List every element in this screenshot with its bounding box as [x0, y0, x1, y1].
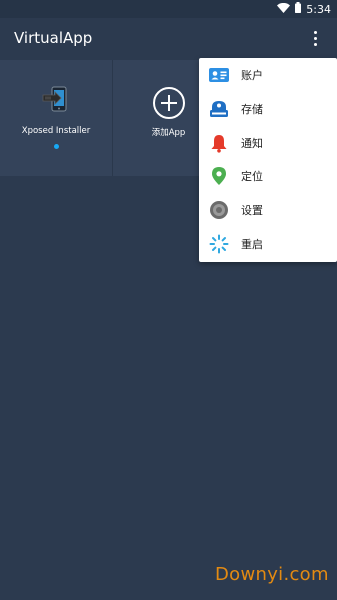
app-bar: VirtualApp — [0, 18, 337, 60]
dot-icon — [313, 42, 317, 46]
status-time: 5:34 — [306, 2, 331, 16]
menu-item-label: 定位 — [241, 170, 263, 183]
restart-spinner-icon — [209, 234, 229, 254]
watermark: Downyi.com — [215, 564, 329, 585]
screen: 5:34 VirtualApp Xposed Installer 添加App 账… — [0, 0, 337, 600]
xposed-installer-icon — [41, 86, 71, 116]
app-title: VirtualApp — [14, 29, 93, 47]
location-pin-icon — [209, 166, 229, 186]
menu-item-account[interactable]: 账户 — [199, 58, 337, 92]
menu-item-settings[interactable]: 设置 — [199, 193, 337, 227]
menu-item-label: 存储 — [241, 103, 263, 116]
menu-item-location[interactable]: 定位 — [199, 159, 337, 193]
menu-item-label: 账户 — [241, 69, 263, 82]
menu-item-storage[interactable]: 存储 — [199, 92, 337, 126]
bell-icon — [209, 133, 229, 153]
app-tile-xposed-installer[interactable]: Xposed Installer — [0, 60, 113, 176]
status-bar: 5:34 — [0, 0, 337, 18]
dot-icon — [313, 30, 317, 34]
overflow-menu-button[interactable] — [303, 26, 327, 50]
menu-item-label: 重启 — [241, 238, 263, 251]
add-circle-icon — [152, 86, 186, 124]
menu-item-restart[interactable]: 重启 — [199, 227, 337, 261]
app-tile-label: Xposed Installer — [21, 126, 91, 136]
menu-item-notifications[interactable]: 通知 — [199, 126, 337, 160]
menu-item-label: 设置 — [241, 204, 263, 217]
wifi-icon — [277, 2, 291, 16]
menu-item-label: 通知 — [241, 137, 263, 150]
account-icon — [209, 65, 229, 85]
settings-icon — [209, 200, 229, 220]
dot-icon — [313, 36, 317, 40]
overflow-menu: 账户 存储 通知 定位 设置 重启 — [199, 58, 337, 262]
status-icons: 5:34 — [277, 2, 331, 16]
storage-icon — [209, 99, 229, 119]
battery-icon — [295, 2, 302, 16]
new-app-indicator-dot — [53, 144, 59, 149]
